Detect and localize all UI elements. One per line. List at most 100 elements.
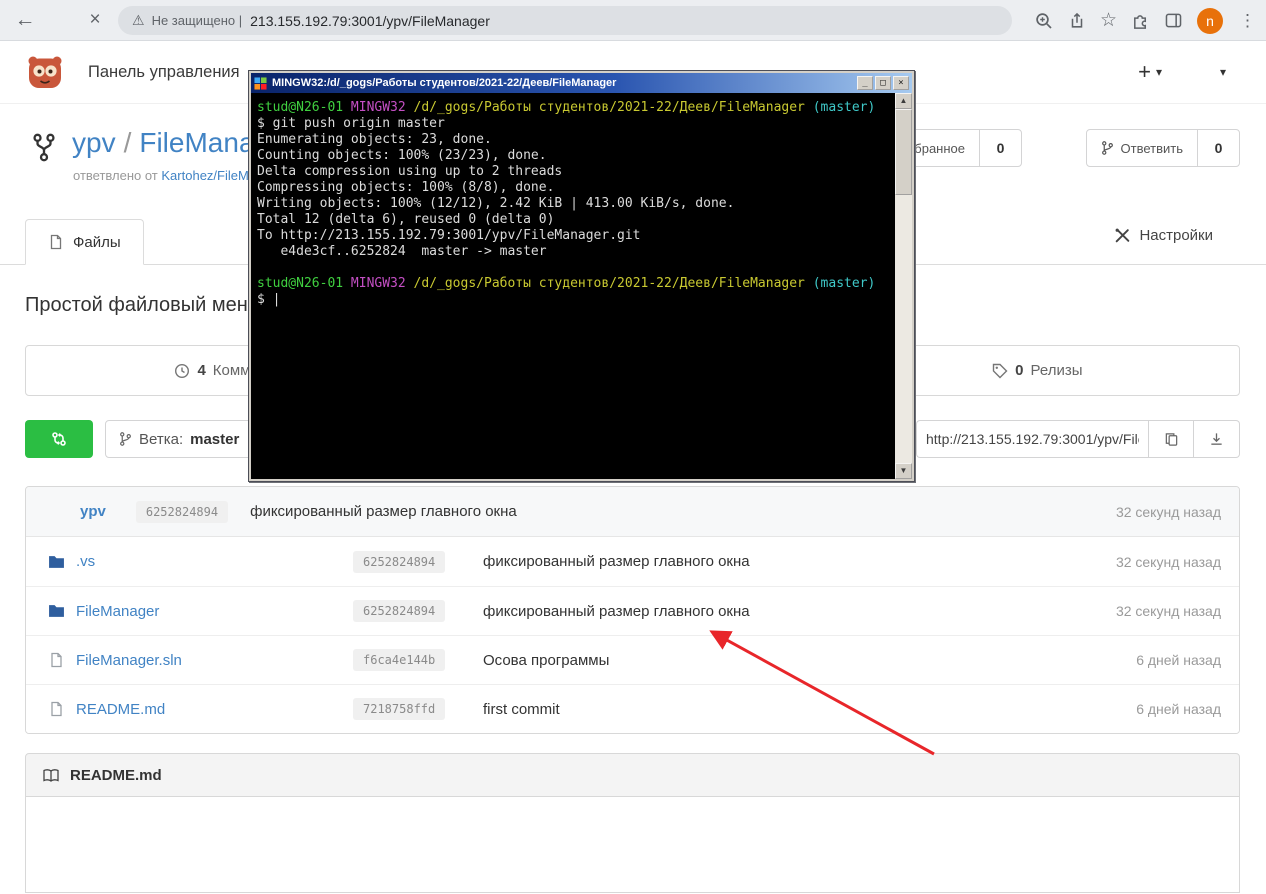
file-row: FileManager.sln f6ca4e144b Осова программы… [26, 635, 1239, 684]
copy-url-button[interactable] [1148, 420, 1194, 458]
folder-icon [48, 554, 65, 570]
screen: ← × ⚠ Не защищено | 213.155.192.79:3001/… [0, 0, 1266, 894]
tag-icon [992, 363, 1008, 379]
extensions-puzzle-icon[interactable] [1131, 11, 1150, 30]
git-compare-icon [50, 430, 68, 448]
mintty-window-icon [254, 77, 267, 90]
commit-message[interactable]: фиксированный размер главного окна [483, 603, 1116, 620]
browser-profile-avatar[interactable]: n [1197, 8, 1223, 34]
commit-sha-badge[interactable]: f6ca4e144b [353, 649, 445, 671]
security-warning-icon[interactable]: ⚠ [132, 12, 145, 29]
chevron-down-icon: ▾ [1156, 65, 1162, 79]
files-tab-icon [48, 234, 64, 250]
terminal-maximize-button[interactable]: □ [875, 76, 891, 90]
create-new-menu[interactable]: + ▾ [1138, 61, 1162, 83]
compare-button[interactable] [25, 420, 93, 458]
fork-count[interactable]: 0 [1197, 130, 1239, 166]
latest-commit-sha-badge[interactable]: 6252824894 [136, 501, 228, 523]
branch-icon [119, 431, 132, 447]
browser-stop-icon[interactable]: × [80, 9, 110, 31]
terminal-line: stud@N26-01 MINGW32 /d/_gogs/Работы студ… [257, 276, 889, 292]
browser-action-icons: ☆ n ⋮ [1034, 0, 1258, 41]
file-icon [48, 652, 65, 668]
user-menu-chevron-icon[interactable]: ▾ [1220, 65, 1226, 79]
copy-icon [1164, 431, 1179, 447]
commit-sha-badge[interactable]: 6252824894 [353, 551, 445, 573]
commit-age: 6 дней назад [1136, 701, 1221, 717]
terminal-line: To http://213.155.192.79:3001/ypv/FileMa… [257, 228, 889, 244]
file-link[interactable]: .vs [76, 553, 95, 570]
terminal-line: $ | [257, 292, 889, 308]
terminal-body: stud@N26-01 MINGW32 /d/_gogs/Работы студ… [251, 93, 912, 479]
fork-icon [1101, 140, 1114, 156]
commit-age: 32 секунд назад [1116, 603, 1221, 619]
repo-owner-link[interactable]: ypv [72, 127, 116, 158]
commit-age: 32 секунд назад [1116, 554, 1221, 570]
latest-commit-age: 32 секунд назад [1116, 504, 1221, 520]
browser-toolbar: ← × ⚠ Не защищено | 213.155.192.79:3001/… [0, 0, 1266, 41]
file-sha-cell: 6252824894 [353, 602, 483, 620]
forked-from-label: ответвлено от [73, 168, 158, 183]
download-icon [1209, 431, 1224, 447]
file-row: README.md 7218758ffd first commit6 дней на… [26, 684, 1239, 733]
terminal-scrollbar: ▲ ▼ [895, 93, 912, 479]
scrollbar-thumb[interactable] [895, 109, 912, 195]
history-clock-icon [174, 363, 190, 379]
file-link[interactable]: FileManager [76, 603, 159, 620]
commit-age: 6 дней назад [1136, 652, 1221, 668]
terminal-line: Delta compression using up to 2 threads [257, 164, 889, 180]
terminal-minimize-button[interactable]: _ [857, 76, 873, 90]
plus-icon: + [1138, 61, 1151, 83]
scrollbar-track[interactable] [895, 109, 912, 463]
share-icon[interactable] [1068, 11, 1086, 30]
scrollbar-down-icon[interactable]: ▼ [895, 463, 912, 479]
commits-count: 4 [197, 362, 205, 379]
terminal-line [257, 260, 889, 276]
file-sha-cell: 7218758ffd [353, 700, 483, 718]
file-name-cell: FileManager [48, 603, 353, 620]
commit-sha-badge[interactable]: 7218758ffd [353, 698, 445, 720]
book-icon [42, 768, 60, 783]
browser-back-icon[interactable]: ← [10, 8, 40, 32]
releases-label: Релизы [1031, 362, 1083, 379]
gogs-logo[interactable] [26, 54, 64, 90]
tab-settings[interactable]: Настройки [1114, 227, 1213, 244]
latest-commit-message[interactable]: фиксированный размер главного окна [250, 503, 517, 520]
fork-button-group: Ответвить 0 [1086, 129, 1240, 167]
file-link[interactable]: FileManager.sln [76, 652, 182, 669]
readme-title: README.md [70, 767, 162, 784]
scrollbar-up-icon[interactable]: ▲ [895, 93, 912, 109]
nav-dashboard-link[interactable]: Панель управления [88, 63, 240, 82]
file-link[interactable]: README.md [76, 701, 165, 718]
terminal-window: MINGW32:/d/_gogs/Работы студентов/2021-2… [248, 70, 915, 482]
repo-title-separator: / [124, 127, 132, 158]
browser-menu-icon[interactable]: ⋮ [1237, 11, 1258, 31]
terminal-line: Writing objects: 100% (12/12), 2.42 KiB … [257, 196, 889, 212]
file-table-rows: .vs 6252824894 фиксированный размер главно… [26, 537, 1239, 733]
zoom-icon[interactable] [1034, 11, 1054, 31]
terminal-line: Enumerating objects: 23, done. [257, 132, 889, 148]
terminal-line: Total 12 (delta 6), reused 0 (delta 0) [257, 212, 889, 228]
browser-address-bar[interactable]: ⚠ Не защищено | 213.155.192.79:3001/ypv/… [118, 6, 1012, 35]
clone-url-input[interactable] [916, 420, 1148, 458]
terminal-line: Compressing objects: 100% (8/8), done. [257, 180, 889, 196]
commit-message[interactable]: Осова программы [483, 652, 1136, 669]
star-count[interactable]: 0 [979, 130, 1021, 166]
download-button[interactable] [1194, 420, 1240, 458]
bookmark-star-icon[interactable]: ☆ [1100, 9, 1117, 32]
fork-button[interactable]: Ответвить [1087, 130, 1197, 166]
file-sha-cell: 6252824894 [353, 553, 483, 571]
terminal-line: e4de3cf..6252824 master -> master [257, 244, 889, 260]
commit-message[interactable]: first commit [483, 701, 1136, 718]
tab-files[interactable]: Файлы [25, 219, 144, 265]
file-name-cell: README.md [48, 701, 353, 718]
commit-sha-badge[interactable]: 6252824894 [353, 600, 445, 622]
terminal-title-bar[interactable]: MINGW32:/d/_gogs/Работы студентов/2021-2… [251, 73, 912, 93]
latest-commit-author-link[interactable]: ypv [80, 503, 106, 520]
commit-message[interactable]: фиксированный размер главного окна [483, 553, 1116, 570]
folder-icon [48, 603, 65, 619]
security-warning-label: Не защищено | [152, 13, 243, 28]
sidebar-icon[interactable] [1164, 11, 1183, 30]
branch-prefix-label: Ветка: [139, 431, 183, 448]
terminal-close-button[interactable]: × [893, 76, 909, 90]
